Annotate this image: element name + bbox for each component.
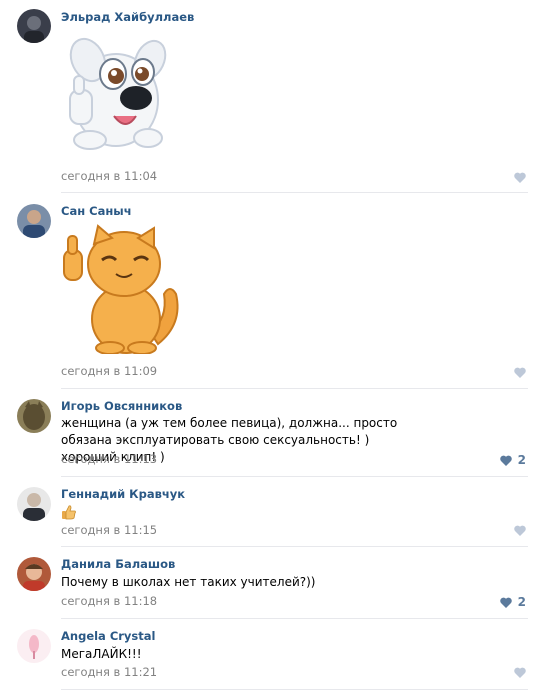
avatar[interactable] — [17, 487, 51, 521]
author-name[interactable]: Геннадий Кравчук — [61, 487, 185, 501]
avatar[interactable] — [17, 9, 51, 43]
comment-date[interactable]: сегодня в 11:21 — [61, 665, 157, 679]
like-button[interactable]: 2 — [499, 453, 526, 467]
avatar[interactable] — [17, 204, 51, 238]
thumbs-up-emoji — [61, 504, 77, 520]
like-count: 2 — [517, 453, 526, 467]
heart-icon — [514, 525, 526, 536]
author-name[interactable]: Эльрад Хайбуллаев — [61, 10, 194, 24]
heart-icon — [514, 367, 526, 378]
author-name[interactable]: Игорь Овсянников — [61, 399, 182, 413]
like-button[interactable] — [514, 367, 526, 378]
comment-item: Геннадий Кравчук сегодня в 11:15 — [0, 477, 546, 547]
comment-date[interactable]: сегодня в 11:04 — [61, 169, 157, 183]
like-button[interactable] — [514, 525, 526, 536]
like-count: 2 — [517, 595, 526, 609]
comment-date[interactable]: сегодня в 11:13 — [61, 452, 157, 466]
comment-date[interactable]: сегодня в 11:18 — [61, 594, 157, 608]
heart-icon — [499, 597, 512, 608]
dog-sticker — [58, 30, 168, 155]
avatar[interactable] — [17, 629, 51, 663]
heart-icon — [499, 455, 512, 466]
comment-text: Почему в школах нет таких учителей?)) — [61, 575, 316, 589]
heart-icon — [514, 172, 526, 183]
author-name[interactable]: Данила Балашов — [61, 557, 175, 571]
comment-item: Сан Саныч сегодня в 11:09 — [0, 194, 546, 389]
author-name[interactable]: Angela Crystal — [61, 629, 155, 643]
divider — [61, 192, 528, 193]
comment-text: МегаЛАЙК!!! — [61, 647, 142, 661]
comment-date[interactable]: сегодня в 11:09 — [61, 364, 157, 378]
heart-icon — [514, 667, 526, 678]
comment-date[interactable]: сегодня в 11:15 — [61, 523, 157, 537]
comment-item: Angela Crystal МегаЛАЙК!!! сегодня в 11:… — [0, 619, 546, 692]
comment-item: Данила Балашов Почему в школах нет таких… — [0, 547, 546, 619]
comment-item: Игорь Овсянников женщина (а уж тем более… — [0, 389, 546, 477]
comment-item: Эльрад Хайбуллаев сегодня в 11:04 — [0, 0, 546, 194]
cat-sticker — [58, 224, 179, 355]
avatar[interactable] — [17, 557, 51, 591]
like-button[interactable] — [514, 667, 526, 678]
like-button[interactable]: 2 — [499, 595, 526, 609]
like-button[interactable] — [514, 172, 526, 183]
author-name[interactable]: Сан Саныч — [61, 204, 132, 218]
avatar[interactable] — [17, 399, 51, 433]
divider — [61, 689, 528, 690]
